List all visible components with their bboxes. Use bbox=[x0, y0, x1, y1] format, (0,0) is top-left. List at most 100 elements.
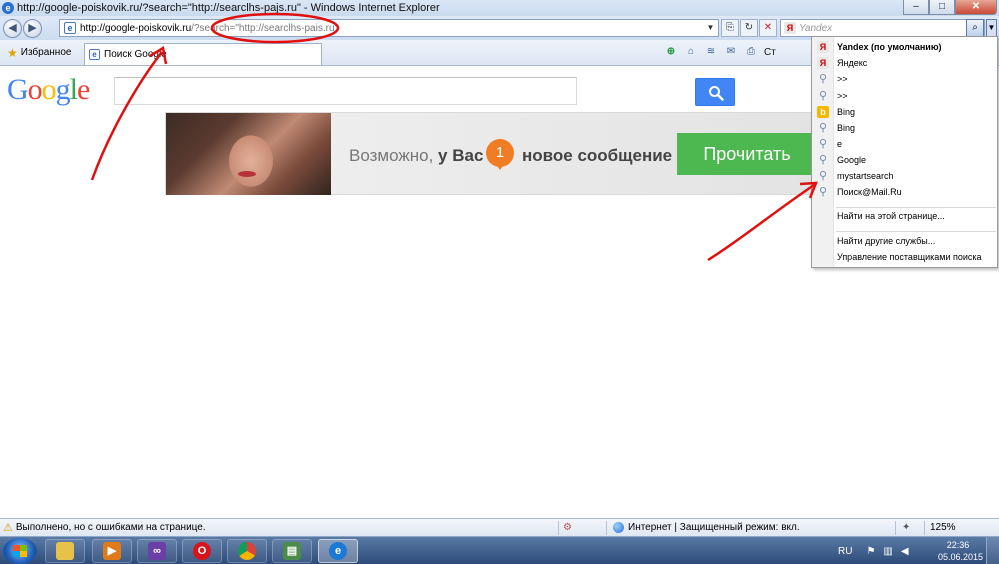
chrome-icon bbox=[238, 542, 256, 560]
flag-icon[interactable]: ⚑ bbox=[866, 546, 875, 557]
taskbar-chrome[interactable] bbox=[227, 539, 267, 563]
star-icon: ★ bbox=[7, 45, 18, 60]
taskbar-app[interactable]: ▤ bbox=[272, 539, 312, 563]
url-query: /?search="http://searclhs-pais.ru" bbox=[191, 22, 339, 34]
taskbar: ▶ ∞ O ▤ e RU ⚑ ▥ ◀ 22:36 05.06.2015 bbox=[0, 536, 999, 564]
google-search-input[interactable] bbox=[114, 77, 735, 106]
bing-icon: b bbox=[817, 106, 829, 118]
search-provider-label: e bbox=[837, 139, 843, 149]
stop-icon[interactable]: ✕ bbox=[759, 19, 777, 37]
search-placeholder: Yandex bbox=[799, 22, 833, 34]
banner-text-bold: у Вас bbox=[438, 146, 484, 165]
search-provider-label: Bing bbox=[837, 123, 856, 133]
search-provider-item[interactable]: ⚲ mystartsearch bbox=[812, 168, 997, 184]
search-icon: ⚲ bbox=[818, 170, 828, 182]
yandex-icon: Я bbox=[784, 22, 796, 34]
favorites-label: Избранное bbox=[20, 47, 72, 58]
mail-icon[interactable]: ✉ bbox=[724, 45, 738, 59]
search-icon: ⚲ bbox=[818, 73, 828, 85]
yandex-icon: Я bbox=[817, 41, 829, 53]
page-icon: e bbox=[89, 49, 100, 60]
search-provider-item[interactable]: ⚲ Поиск@Mail.Ru bbox=[812, 184, 997, 200]
search-button[interactable]: ⌕ bbox=[966, 19, 984, 37]
read-button[interactable]: Прочитать bbox=[677, 133, 817, 175]
search-box[interactable]: Я Yandex ⌕ bbox=[780, 19, 985, 37]
taskbar-internet-explorer[interactable]: e bbox=[318, 539, 358, 563]
search-provider-item[interactable]: ⚲ Bing bbox=[812, 120, 997, 136]
show-desktop-button[interactable] bbox=[986, 537, 999, 564]
search-provider-item[interactable]: b Bing bbox=[812, 104, 997, 120]
woman-photo bbox=[166, 113, 331, 195]
forward-button[interactable]: ▶ bbox=[23, 19, 42, 38]
taskbar-media-player[interactable]: ▶ bbox=[92, 539, 132, 563]
back-button[interactable]: ◀ bbox=[3, 19, 22, 38]
search-provider-label: Bing bbox=[837, 107, 856, 117]
ad-banner[interactable]: Возможно, у Вас 1 новое сообщение Прочит… bbox=[165, 112, 817, 195]
search-providers-menu: Я Yandex (по умолчанию) Я Яндекс ⚲ >> ⚲ >> b Bing… bbox=[811, 36, 998, 268]
page-icon: e bbox=[64, 22, 76, 34]
search-icon: ⚲ bbox=[818, 154, 828, 166]
menu-separator bbox=[836, 231, 996, 232]
search-icon: ⚲ bbox=[818, 186, 828, 198]
print-icon[interactable]: ⎙ bbox=[744, 45, 758, 59]
language-indicator[interactable]: RU bbox=[838, 546, 852, 557]
taskbar-explorer[interactable] bbox=[45, 539, 85, 563]
refresh-icon[interactable]: ↻ bbox=[740, 19, 758, 37]
google-logo-letter: o bbox=[27, 73, 43, 106]
google-logo-letter: l bbox=[69, 73, 78, 106]
taskbar-visual-studio[interactable]: ∞ bbox=[137, 539, 177, 563]
google-logo[interactable]: Google bbox=[7, 73, 90, 107]
tab-google-search[interactable]: e Поиск Google bbox=[84, 43, 322, 65]
smartscreen-icon[interactable]: ✦ bbox=[902, 522, 910, 533]
search-provider-item[interactable]: ⚲ e bbox=[812, 136, 997, 152]
compatibility-view-icon[interactable]: ⎘ bbox=[721, 19, 739, 37]
google-search-button[interactable] bbox=[695, 78, 735, 106]
address-bar[interactable]: e http://google-poiskovik.ru /?search="h… bbox=[59, 19, 719, 37]
address-dropdown-icon[interactable]: ▼ bbox=[704, 21, 717, 35]
search-provider-label: Yandex (по умолчанию) bbox=[837, 42, 942, 52]
search-provider-item[interactable]: Я Яндекс bbox=[812, 55, 997, 71]
clock[interactable]: 22:36 05.06.2015 bbox=[938, 539, 983, 563]
ie-icon: e bbox=[329, 542, 347, 560]
status-message: Выполнено, но с ошибками на странице. bbox=[15, 522, 206, 533]
find-more-providers-item[interactable]: Найти другие службы... bbox=[837, 236, 935, 246]
home-icon[interactable]: ⌂ bbox=[684, 45, 698, 59]
windows-logo-icon bbox=[13, 545, 27, 557]
favorites-button[interactable]: ★ Избранное bbox=[3, 44, 75, 61]
maximize-button[interactable]: □ bbox=[929, 0, 955, 15]
security-zone[interactable]: Интернет | Защищенный режим: вкл. bbox=[613, 522, 800, 533]
search-provider-item[interactable]: ⚲ Google bbox=[812, 152, 997, 168]
minimize-button[interactable]: – bbox=[903, 0, 929, 15]
search-icon: ⚲ bbox=[818, 138, 828, 150]
search-providers-dropdown-button[interactable]: ▼ bbox=[986, 19, 997, 37]
search-provider-item[interactable]: Я Yandex (по умолчанию) bbox=[812, 39, 997, 55]
ie-icon: e bbox=[2, 2, 14, 14]
manage-providers-item[interactable]: Управление поставщиками поиска bbox=[837, 252, 982, 262]
network-icon[interactable]: ▥ bbox=[883, 546, 892, 557]
find-on-page-item[interactable]: Найти на этой странице... bbox=[837, 211, 945, 221]
close-button[interactable]: ✕ bbox=[955, 0, 997, 15]
start-button[interactable] bbox=[3, 538, 37, 564]
search-provider-item[interactable]: ⚲ >> bbox=[812, 88, 997, 104]
yandex-icon: Я bbox=[817, 57, 829, 69]
tab-label: Поиск Google bbox=[104, 49, 167, 60]
zone-text: Интернет | Защищенный режим: вкл. bbox=[628, 522, 800, 533]
popup-blocker-icon[interactable]: ⚙ bbox=[563, 522, 572, 533]
media-player-icon: ▶ bbox=[103, 542, 121, 560]
page-menu[interactable]: Ст bbox=[764, 47, 776, 58]
feeds-icon[interactable]: ≋ bbox=[704, 45, 718, 59]
warning-icon[interactable]: ⚠ bbox=[3, 521, 13, 534]
menu-separator bbox=[836, 207, 996, 208]
notification-badge: 1 bbox=[486, 139, 514, 170]
taskbar-opera[interactable]: O bbox=[182, 539, 222, 563]
status-bar: ⚠ Выполнено, но с ошибками на странице. … bbox=[0, 518, 999, 536]
folder-icon bbox=[56, 542, 74, 560]
command-bar: ⊕ ⌂ ≋ ✉ ⎙ Ст bbox=[664, 45, 776, 59]
ie-window: e http://google-poiskovik.ru/?search="ht… bbox=[0, 0, 999, 564]
banner-text-gray: Возможно, bbox=[349, 146, 434, 165]
volume-icon[interactable]: ◀ bbox=[901, 546, 909, 557]
zoom-level[interactable]: 125% bbox=[930, 522, 956, 533]
search-provider-item[interactable]: ⚲ >> bbox=[812, 71, 997, 87]
addon-icon[interactable]: ⊕ bbox=[664, 45, 678, 59]
banner-text-after: новое сообщение bbox=[522, 146, 673, 165]
